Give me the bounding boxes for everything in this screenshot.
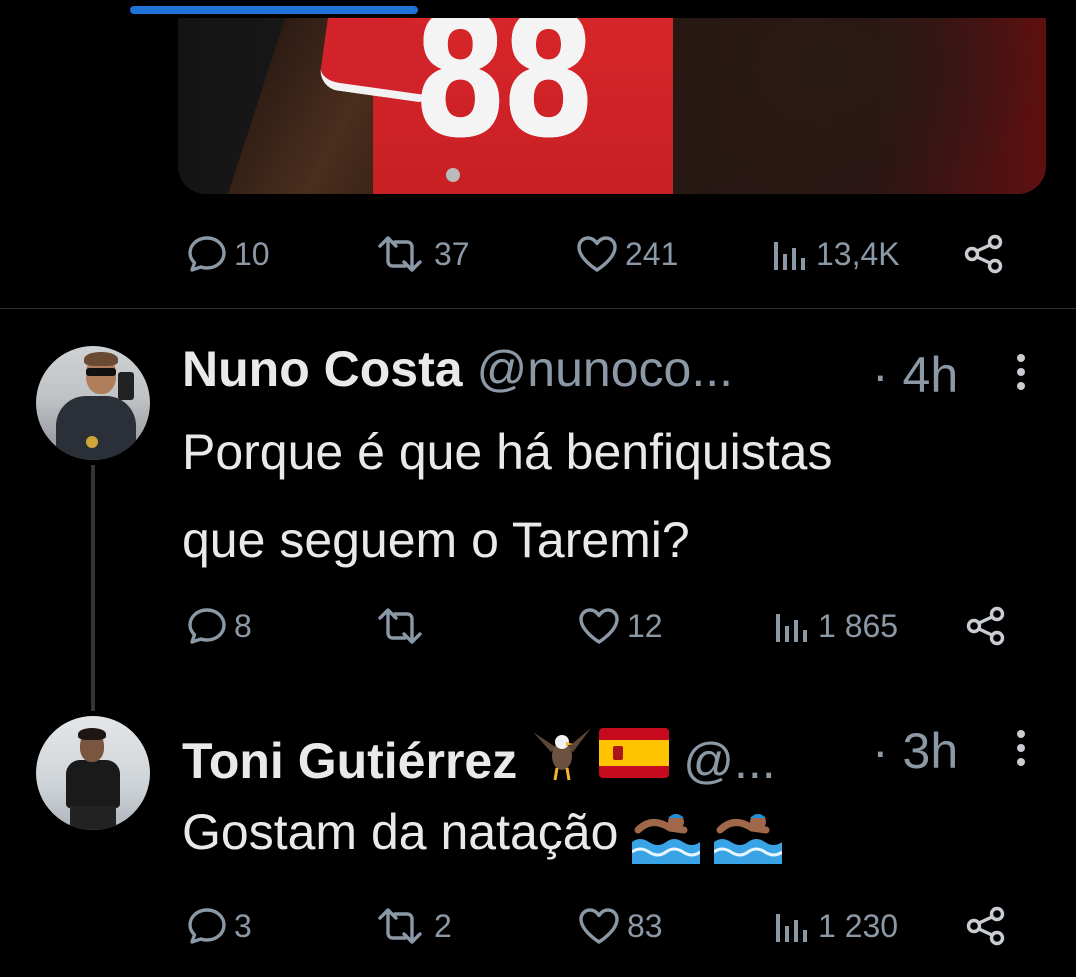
top-progress-bar <box>0 0 1076 18</box>
more-options-icon[interactable] <box>1015 730 1027 770</box>
jersey-badge <box>446 168 460 182</box>
reply-1-text: Porque é que há benfiquistas que seguem … <box>182 408 833 584</box>
views-icon <box>776 614 807 642</box>
reply-2-header: Toni Gutiérrez @... <box>182 716 776 789</box>
views-icon <box>776 914 807 942</box>
avatar-body <box>56 396 136 460</box>
heart-icon <box>579 608 619 644</box>
reply-2-text-body: Gostam da natação <box>182 804 619 860</box>
views-icon <box>774 242 805 270</box>
avatar-hair <box>78 728 106 740</box>
avatar-glasses <box>86 368 116 376</box>
post-media-image[interactable]: 88 <box>178 18 1046 194</box>
view-count: 1 230 <box>818 907 899 944</box>
divider <box>0 308 1076 309</box>
reply-1-actions: 8 12 1 865 <box>0 606 1076 646</box>
repost-icon <box>378 236 422 272</box>
reply-count: 10 <box>234 235 270 272</box>
post-time[interactable]: · 4h <box>872 346 958 404</box>
share-icon <box>966 606 1005 646</box>
reply-button[interactable]: 8 <box>186 606 252 646</box>
repost-count: 37 <box>434 235 470 272</box>
reply-1-header: Nuno Costa @nunoco... <box>182 340 733 400</box>
swimmer-icon <box>632 813 701 864</box>
heart-icon <box>579 908 619 944</box>
views-button[interactable]: 1 865 <box>772 606 898 646</box>
reply-2-actions: 3 2 83 1 230 <box>0 906 1076 946</box>
avatar-legs <box>70 806 116 830</box>
share-icon <box>964 234 1003 274</box>
reply-count: 8 <box>234 607 252 644</box>
user-handle[interactable]: @nunoco... <box>477 340 733 398</box>
progress-indicator <box>130 6 418 14</box>
like-count: 241 <box>625 235 679 272</box>
jersey-number: 88 <box>413 18 596 176</box>
repost-icon <box>378 608 422 644</box>
spain-flag-icon <box>599 728 670 778</box>
views-button[interactable]: 13,4K <box>770 234 900 274</box>
reply-button[interactable]: 10 <box>186 234 270 274</box>
display-name[interactable]: Nuno Costa <box>182 340 463 398</box>
view-count: 1 865 <box>818 607 899 644</box>
reply-icon <box>188 908 226 944</box>
avatar-medal <box>86 436 98 448</box>
reply-1-text-line-2: que seguem o Taremi? <box>182 512 690 568</box>
like-count: 12 <box>627 607 663 644</box>
like-count: 83 <box>627 907 663 944</box>
eagle-icon <box>533 728 592 781</box>
repost-count: 2 <box>434 907 452 944</box>
post-actions: 10 37 241 13,4K <box>0 234 1076 274</box>
reply-1-text-line-1: Porque é que há benfiquistas <box>182 424 833 480</box>
like-button[interactable]: 241 <box>575 234 678 274</box>
avatar-hair <box>84 352 118 366</box>
like-button[interactable]: 83 <box>577 906 663 946</box>
repost-icon <box>378 908 422 944</box>
reply-button[interactable]: 3 <box>186 906 252 946</box>
share-button[interactable] <box>962 234 1006 274</box>
more-options-icon[interactable] <box>1015 354 1027 394</box>
swimmer-icon <box>714 813 783 864</box>
user-handle[interactable]: @... <box>683 732 775 790</box>
like-button[interactable]: 12 <box>577 606 663 646</box>
share-button[interactable] <box>964 906 1008 946</box>
heart-icon <box>577 236 617 272</box>
thread-connector-line <box>91 465 95 711</box>
name-emojis <box>531 722 670 784</box>
display-name[interactable]: Toni Gutiérrez <box>182 732 517 790</box>
views-button[interactable]: 1 230 <box>772 906 898 946</box>
avatar-toni-gutierrez[interactable] <box>36 716 150 830</box>
post-time[interactable]: · 3h <box>872 722 958 780</box>
repost-button[interactable]: 37 <box>372 234 470 274</box>
avatar-body <box>66 760 120 808</box>
reply-icon <box>188 236 226 272</box>
reply-count: 3 <box>234 907 252 944</box>
share-icon <box>966 906 1005 946</box>
repost-button[interactable] <box>372 606 434 646</box>
repost-button[interactable]: 2 <box>372 906 452 946</box>
reply-icon <box>188 608 226 644</box>
reply-2-text: Gostam da natação <box>182 788 783 876</box>
view-count: 13,4K <box>816 235 900 272</box>
share-button[interactable] <box>964 606 1008 646</box>
avatar-phone <box>118 372 134 400</box>
avatar-nuno-costa[interactable] <box>36 346 150 460</box>
